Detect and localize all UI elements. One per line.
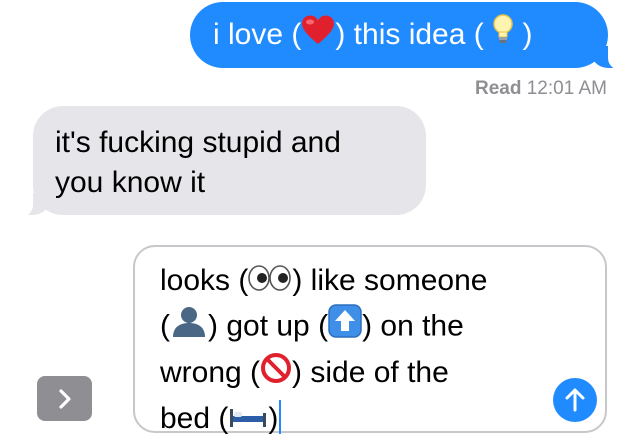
no-entry-emoji-icon [260, 352, 292, 397]
draft-text-segment: ) got up ( [208, 309, 329, 343]
up-arrow-emoji-icon [328, 304, 362, 351]
expand-apps-button[interactable] [37, 376, 92, 421]
draft-text-segment: ( [160, 309, 170, 343]
message-compose-field[interactable]: looks ( ) like someone ( ) got up ( ) on th… [133, 245, 607, 435]
send-button[interactable] [553, 378, 597, 422]
sent-message-text-part: ) [522, 18, 533, 51]
person-silhouette-emoji-icon [170, 305, 208, 350]
received-message-line: it's fucking stupid and [55, 126, 341, 159]
eyes-emoji-icon [248, 260, 292, 304]
draft-message-text[interactable]: looks ( ) like someone ( ) got up ( ) on th… [160, 259, 550, 442]
sent-message-bubble[interactable]: i love ( ) this idea ( ) [190, 2, 624, 70]
bed-emoji-icon [228, 398, 268, 442]
received-message-bubble[interactable]: it's fucking stupid and you know it [17, 106, 426, 217]
draft-text-segment: looks ( [160, 264, 249, 297]
read-time: 12:01 AM [526, 78, 607, 99]
sent-message-text-part: ) this idea ( [335, 18, 484, 51]
draft-text-segment: ) [268, 401, 279, 435]
sent-message-text-part: i love ( [213, 18, 302, 51]
heart-emoji-icon [301, 3, 335, 69]
lightbulb-emoji-icon [492, 3, 514, 69]
draft-text-segment: wrong ( [160, 356, 261, 390]
text-cursor [279, 399, 282, 434]
read-receipt: Read 12:01 AM [475, 78, 607, 100]
arrow-up-icon [565, 388, 585, 412]
draft-text-segment: ) side of the [292, 356, 449, 390]
draft-text-segment: ) on the [362, 309, 464, 343]
received-message-line: you know it [55, 166, 206, 199]
draft-text-segment: ) like someone [292, 264, 488, 297]
read-label: Read [474, 78, 522, 99]
draft-text-segment: bed ( [160, 401, 229, 435]
chevron-right-icon [58, 388, 71, 409]
